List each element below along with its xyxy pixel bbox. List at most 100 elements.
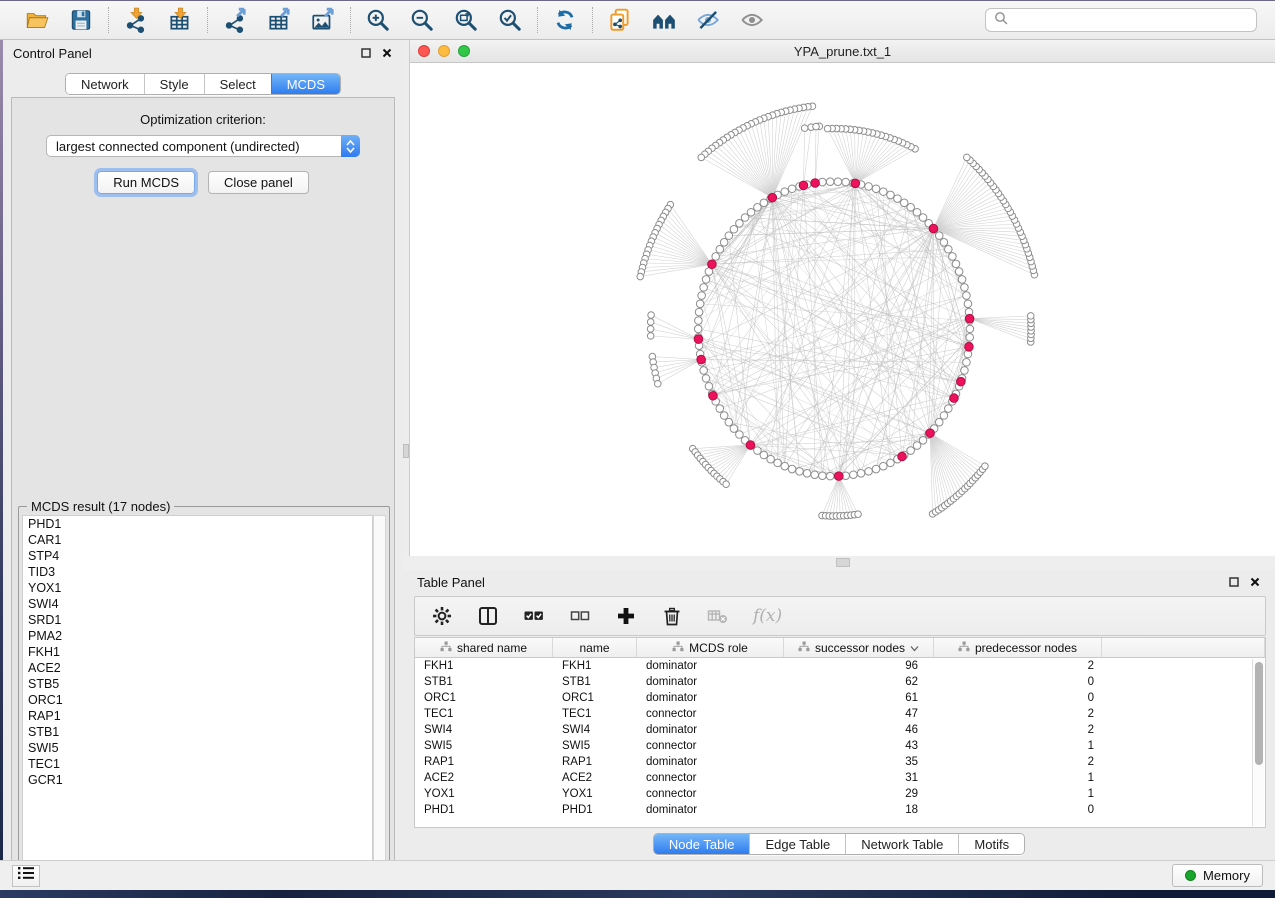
settings-icon[interactable] bbox=[431, 605, 453, 627]
cell-name[interactable]: PHD1 bbox=[553, 802, 637, 818]
table-row[interactable]: PHD1PHD1dominator180 bbox=[415, 802, 1265, 818]
cell-predecessor-nodes[interactable]: 1 bbox=[934, 770, 1102, 786]
table-row[interactable]: STB1STB1dominator620 bbox=[415, 674, 1265, 690]
cell-name[interactable]: SWI5 bbox=[553, 738, 637, 754]
cell-successor-nodes[interactable]: 46 bbox=[784, 722, 934, 738]
cell-successor-nodes[interactable]: 96 bbox=[784, 658, 934, 674]
cell-predecessor-nodes[interactable]: 2 bbox=[934, 706, 1102, 722]
cell-MCDS-role[interactable]: dominator bbox=[637, 802, 784, 818]
cell-name[interactable]: RAP1 bbox=[553, 754, 637, 770]
cell-MCDS-role[interactable]: connector bbox=[637, 706, 784, 722]
column-header-predecessor-nodes[interactable]: predecessor nodes bbox=[934, 638, 1102, 657]
table-scrollbar[interactable] bbox=[1252, 659, 1264, 826]
cell-MCDS-role[interactable]: dominator bbox=[637, 658, 784, 674]
result-list-item[interactable]: TEC1 bbox=[23, 756, 372, 772]
cell-shared-name[interactable]: YOX1 bbox=[415, 786, 553, 802]
result-list-item[interactable]: PHD1 bbox=[23, 516, 372, 532]
export-table-icon[interactable] bbox=[264, 5, 294, 35]
result-list-item[interactable]: FKH1 bbox=[23, 644, 372, 660]
result-list-item[interactable]: SWI4 bbox=[23, 596, 372, 612]
table-row[interactable]: ACE2ACE2connector311 bbox=[415, 770, 1265, 786]
select-all-icon[interactable] bbox=[523, 605, 545, 627]
cell-MCDS-role[interactable]: connector bbox=[637, 738, 784, 754]
open-session-icon[interactable] bbox=[22, 5, 52, 35]
result-list-item[interactable]: SWI5 bbox=[23, 740, 372, 756]
network-canvas[interactable] bbox=[410, 63, 1275, 555]
add-row-icon[interactable] bbox=[615, 605, 637, 627]
cell-successor-nodes[interactable]: 47 bbox=[784, 706, 934, 722]
cell-MCDS-role[interactable]: connector bbox=[637, 770, 784, 786]
result-list-item[interactable]: STB5 bbox=[23, 676, 372, 692]
cell-successor-nodes[interactable]: 62 bbox=[784, 674, 934, 690]
cell-name[interactable]: ACE2 bbox=[553, 770, 637, 786]
hide-selected-icon[interactable] bbox=[693, 5, 723, 35]
result-list-item[interactable]: CAR1 bbox=[23, 532, 372, 548]
export-network-icon[interactable] bbox=[220, 5, 250, 35]
delete-row-icon[interactable] bbox=[661, 605, 683, 627]
cell-shared-name[interactable]: TEC1 bbox=[415, 706, 553, 722]
criterion-dropdown[interactable]: largest connected component (undirected) bbox=[46, 135, 360, 157]
tab-network[interactable]: Network bbox=[66, 74, 144, 94]
run-mcds-button[interactable]: Run MCDS bbox=[97, 171, 195, 194]
horizontal-splitter[interactable] bbox=[403, 556, 1275, 570]
tab-select[interactable]: Select bbox=[204, 74, 271, 94]
cell-MCDS-role[interactable]: dominator bbox=[637, 754, 784, 770]
table-row[interactable]: SWI4SWI4dominator462 bbox=[415, 722, 1265, 738]
result-list-item[interactable]: ACE2 bbox=[23, 660, 372, 676]
cell-successor-nodes[interactable]: 18 bbox=[784, 802, 934, 818]
import-network-icon[interactable] bbox=[121, 5, 151, 35]
column-header-MCDS-role[interactable]: MCDS role bbox=[637, 638, 784, 657]
table-row[interactable]: FKH1FKH1dominator962 bbox=[415, 658, 1265, 674]
cell-shared-name[interactable]: ORC1 bbox=[415, 690, 553, 706]
result-list-item[interactable]: GCR1 bbox=[23, 772, 372, 788]
result-list-item[interactable]: SRD1 bbox=[23, 612, 372, 628]
horizontal-splitter-grip[interactable] bbox=[836, 558, 850, 567]
mcds-result-list[interactable]: PHD1CAR1STP4TID3YOX1SWI4SRD1PMA2FKH1ACE2… bbox=[22, 515, 373, 874]
float-table-panel-icon[interactable] bbox=[1228, 576, 1240, 588]
cell-successor-nodes[interactable]: 43 bbox=[784, 738, 934, 754]
cell-MCDS-role[interactable]: dominator bbox=[637, 674, 784, 690]
import-table-icon[interactable] bbox=[165, 5, 195, 35]
tab-edge-table[interactable]: Edge Table bbox=[749, 834, 845, 854]
zoom-fit-icon[interactable] bbox=[451, 5, 481, 35]
result-scrollbar[interactable] bbox=[373, 515, 386, 874]
deselect-all-icon[interactable] bbox=[569, 605, 591, 627]
network-window-titlebar[interactable]: YPA_prune.txt_1 bbox=[410, 40, 1275, 63]
result-list-item[interactable]: STB1 bbox=[23, 724, 372, 740]
tab-style[interactable]: Style bbox=[144, 74, 204, 94]
column-header-shared-name[interactable]: shared name bbox=[415, 638, 553, 657]
list-view-button[interactable] bbox=[12, 865, 40, 887]
zoom-out-icon[interactable] bbox=[407, 5, 437, 35]
result-list-item[interactable]: STP4 bbox=[23, 548, 372, 564]
columns-icon[interactable] bbox=[477, 605, 499, 627]
cell-shared-name[interactable]: ACE2 bbox=[415, 770, 553, 786]
result-list-item[interactable]: TID3 bbox=[23, 564, 372, 580]
cell-MCDS-role[interactable]: dominator bbox=[637, 690, 784, 706]
first-neighbors-icon[interactable] bbox=[649, 5, 679, 35]
cell-predecessor-nodes[interactable]: 1 bbox=[934, 786, 1102, 802]
new-network-from-selection-icon[interactable] bbox=[605, 5, 635, 35]
result-list-item[interactable]: YOX1 bbox=[23, 580, 372, 596]
cell-predecessor-nodes[interactable]: 2 bbox=[934, 754, 1102, 770]
cell-name[interactable]: FKH1 bbox=[553, 658, 637, 674]
cell-shared-name[interactable]: SWI5 bbox=[415, 738, 553, 754]
cell-shared-name[interactable]: STB1 bbox=[415, 674, 553, 690]
cell-name[interactable]: TEC1 bbox=[553, 706, 637, 722]
tab-mcds[interactable]: MCDS bbox=[271, 74, 340, 94]
show-all-icon[interactable] bbox=[737, 5, 767, 35]
table-scrollbar-thumb[interactable] bbox=[1255, 662, 1263, 765]
cell-successor-nodes[interactable]: 61 bbox=[784, 690, 934, 706]
tab-node-table[interactable]: Node Table bbox=[654, 834, 750, 854]
column-header-name[interactable]: name bbox=[553, 638, 637, 657]
tab-motifs[interactable]: Motifs bbox=[958, 834, 1024, 854]
cell-shared-name[interactable]: FKH1 bbox=[415, 658, 553, 674]
save-session-icon[interactable] bbox=[66, 5, 96, 35]
search-input[interactable] bbox=[1014, 13, 1248, 27]
zoom-in-icon[interactable] bbox=[363, 5, 393, 35]
zoom-selected-icon[interactable] bbox=[495, 5, 525, 35]
cell-predecessor-nodes[interactable]: 0 bbox=[934, 802, 1102, 818]
table-row[interactable]: ORC1ORC1dominator610 bbox=[415, 690, 1265, 706]
cell-predecessor-nodes[interactable]: 0 bbox=[934, 674, 1102, 690]
close-panel-icon[interactable] bbox=[381, 47, 393, 59]
table-row[interactable]: SWI5SWI5connector431 bbox=[415, 738, 1265, 754]
